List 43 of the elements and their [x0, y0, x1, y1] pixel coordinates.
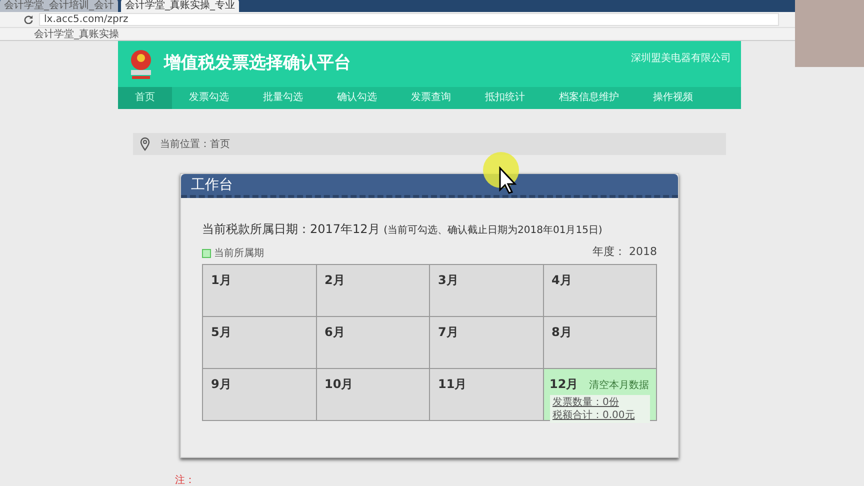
video-placeholder — [795, 0, 864, 67]
tax-period-text: 当前税款所属日期：2017年12月 (当前可勾选、确认截止日期为2018年01月15日) — [202, 221, 604, 238]
month-cell[interactable]: 7月 — [430, 316, 544, 368]
month-label: 10月 — [324, 376, 354, 392]
company-name: 深圳盟美电器有限公司 — [631, 52, 731, 66]
year-label: 年度： 2018 — [592, 244, 657, 260]
month-cell[interactable]: 1月 — [203, 264, 316, 316]
location-pin-icon — [140, 137, 150, 151]
legend-label: 当前所属期 — [214, 246, 264, 260]
month-label: 3月 — [438, 272, 458, 288]
site-title: 增值税发票选择确认平台 — [164, 52, 351, 76]
month-label: 11月 — [438, 376, 467, 392]
month-cell[interactable]: 12月 清空本月数据 发票数量：0份 税额合计：0.00元 — [544, 368, 657, 420]
panel-title: 工作台 — [181, 174, 678, 198]
month-label: 12月 — [550, 376, 578, 392]
month-cell[interactable]: 2月 — [316, 264, 430, 316]
month-label: 1月 — [211, 272, 232, 288]
tax-total-link[interactable]: 税额合计：0.00元 — [552, 408, 647, 422]
month-label: 7月 — [438, 324, 458, 340]
cursor-icon — [481, 152, 521, 196]
month-cell[interactable]: 9月 — [203, 368, 316, 420]
month-label: 2月 — [324, 272, 345, 288]
month-label: 8月 — [552, 324, 572, 340]
month-cell[interactable]: 4月 — [544, 264, 657, 316]
emblem-icon — [128, 48, 154, 80]
month-label: 5月 — [211, 324, 232, 340]
note-label: 注： — [175, 474, 196, 486]
month-cell[interactable]: 8月 — [544, 316, 657, 368]
bookmark[interactable]: 会计学堂_真账实操 — [34, 29, 119, 40]
month-label: 9月 — [211, 376, 232, 392]
month-label: 4月 — [552, 272, 572, 288]
invoice-count-link[interactable]: 发票数量：0份 — [552, 396, 647, 408]
month-cell[interactable]: 3月 — [430, 264, 544, 316]
month-cell[interactable]: 6月 — [316, 316, 430, 368]
address-field[interactable]: lx.acc5.com/zprz — [39, 13, 779, 26]
month-label: 6月 — [324, 324, 345, 340]
month-cell[interactable]: 10月 — [316, 368, 430, 420]
reload-icon[interactable] — [24, 15, 33, 24]
legend-swatch — [202, 248, 211, 258]
clear-month-link[interactable]: 清空本月数据 — [589, 378, 649, 392]
breadcrumb-text: 当前位置：首页 — [160, 138, 230, 152]
month-cell[interactable]: 11月 — [430, 368, 544, 420]
month-cell[interactable]: 5月 — [203, 316, 316, 368]
